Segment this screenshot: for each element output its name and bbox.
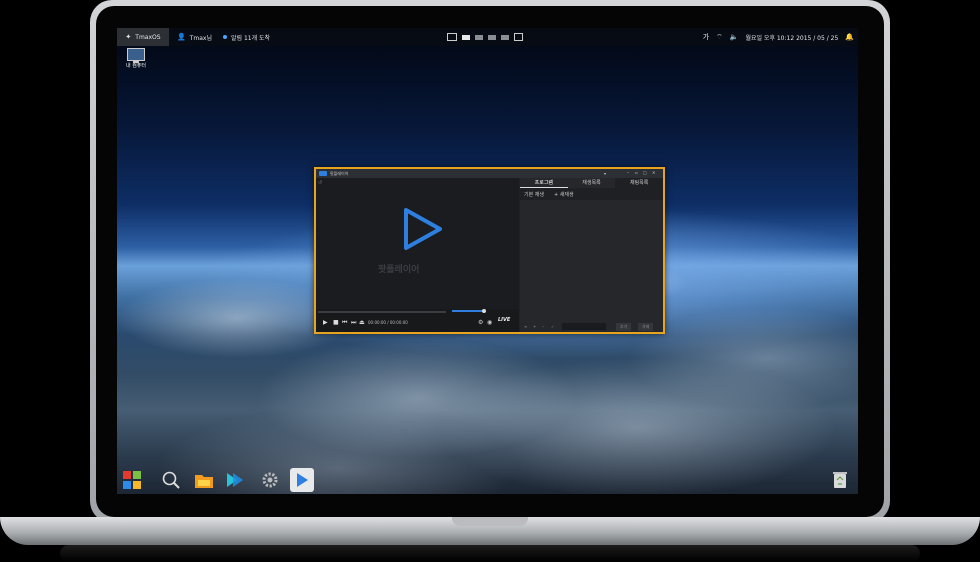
side-tabs: 프로그램 재생목록 채팅목록 <box>520 178 664 188</box>
side-panel: 프로그램 재생목록 채팅목록 기본 재생 + 새재생 ≡ + – ✓ 추가 삭제 <box>520 178 664 332</box>
volume-slider[interactable] <box>452 310 484 312</box>
add-playlist-button[interactable]: + 새재생 <box>554 191 574 198</box>
play-icon <box>297 473 308 487</box>
dock-app-store[interactable] <box>224 469 246 491</box>
control-bar: ▶ ■ ⏮ ⏭ ⏏ 00:00:00 / 00:00:00 ⚙ ◉ LIVE <box>316 309 519 332</box>
tmax-logo-icon: ✦ <box>125 33 132 41</box>
notification-dot-icon <box>223 35 227 39</box>
volume-knob[interactable] <box>482 309 486 313</box>
player-logo-icon <box>319 171 327 176</box>
video-area[interactable]: 팟플레이어 ↺ <box>316 178 519 309</box>
desktop-icon-my-computer[interactable]: 내 컴퓨터 <box>123 48 149 69</box>
wifi-icon[interactable]: ⌔ <box>716 33 723 42</box>
minimize-icon[interactable]: – <box>627 170 629 175</box>
live-badge[interactable]: LIVE <box>498 317 510 323</box>
side-search-field[interactable] <box>562 323 606 330</box>
system-tray: 가 ⌔ 🔈 월요일 오후 10:12 2015 / 05 / 25 🔔 <box>703 28 854 46</box>
notification-label: 알림 11개 도착 <box>231 34 271 42</box>
add-button[interactable]: 추가 <box>616 323 632 331</box>
desktop-icon-label: 내 컴퓨터 <box>126 63 146 69</box>
start-label: TmaxOS <box>135 33 161 41</box>
top-taskbar: ✦ TmaxOS 👤 Tmax님 알림 11개 도착 가 ⌔ 🔈 월요일 오후 … <box>117 28 858 46</box>
gear-icon <box>262 472 278 488</box>
search-icon <box>162 471 180 489</box>
desktop-screen: ✦ TmaxOS 👤 Tmax님 알림 11개 도착 가 ⌔ 🔈 월요일 오후 … <box>117 28 858 494</box>
side-bottom-bar: ≡ + – ✓ 추가 삭제 <box>520 322 663 332</box>
tab-chat[interactable]: 채팅목록 <box>615 178 664 188</box>
notification-button[interactable]: 알림 11개 도착 <box>223 28 270 46</box>
computer-icon <box>127 48 145 63</box>
options-icon[interactable]: ◉ <box>487 319 492 326</box>
workspace-1-icon[interactable] <box>462 34 470 40</box>
user-label: Tmax님 <box>189 34 212 42</box>
next-icon[interactable]: ⏭ <box>351 319 356 327</box>
bottom-dock <box>117 466 858 494</box>
workspace-3-icon[interactable] <box>488 34 496 40</box>
play-icon[interactable]: ▶ <box>323 319 328 326</box>
stop-icon[interactable]: ■ <box>333 319 339 326</box>
volume-icon[interactable]: 🔈 <box>730 33 739 41</box>
user-menu[interactable]: 👤 Tmax님 <box>177 28 212 46</box>
dock-file-manager[interactable] <box>193 469 215 491</box>
restore-icon[interactable]: ▫ <box>635 170 638 175</box>
media-player-window[interactable]: 팟플레이어 ▾ – ▫ □ ✕ 팟플레이어 ↺ ▶ ■ ⏮ ⏭ ⏏ 00:00:… <box>314 167 665 334</box>
dock-search[interactable] <box>160 469 182 491</box>
bell-icon[interactable]: 🔔 <box>845 33 854 41</box>
playlist-header-row: 기본 재생 + 새재생 <box>520 188 663 200</box>
big-play-icon[interactable] <box>396 204 446 254</box>
time-display: 00:00:00 / 00:00:00 <box>368 320 408 325</box>
side-tool-icon-3[interactable]: – <box>542 324 544 329</box>
loop-icon[interactable]: ↺ <box>318 180 322 186</box>
dock-settings[interactable] <box>259 469 281 491</box>
side-tool-icon-1[interactable]: ≡ <box>524 324 527 329</box>
laptop-notch <box>452 517 528 526</box>
seek-bar[interactable] <box>318 311 446 313</box>
dock-start-menu[interactable] <box>121 469 143 491</box>
workspace-grid-icon[interactable] <box>514 33 523 41</box>
player-brand-watermark: 팟플레이어 <box>378 265 420 275</box>
windows-grid-icon <box>123 471 141 489</box>
side-tool-icon-2[interactable]: + <box>533 324 536 329</box>
tab-playlist[interactable]: 재생목록 <box>568 178 616 188</box>
eject-icon[interactable]: ⏏ <box>359 319 365 326</box>
close-icon[interactable]: ✕ <box>652 170 655 175</box>
workspace-switcher[interactable] <box>447 28 523 46</box>
player-title: 팟플레이어 <box>330 171 349 176</box>
titlebar-menu-icon[interactable]: ▾ <box>604 171 606 176</box>
player-titlebar[interactable]: 팟플레이어 ▾ – ▫ □ ✕ <box>316 169 663 178</box>
playlist-default[interactable]: 기본 재생 <box>524 191 544 198</box>
start-button[interactable]: ✦ TmaxOS <box>117 28 169 46</box>
ime-indicator[interactable]: 가 <box>703 32 709 42</box>
laptop-reflection <box>60 545 920 562</box>
dock-trash[interactable] <box>829 469 851 491</box>
maximize-icon[interactable]: □ <box>643 170 647 175</box>
prev-icon[interactable]: ⏮ <box>342 319 347 327</box>
user-icon: 👤 <box>177 33 186 41</box>
dock-media-player[interactable] <box>290 468 314 492</box>
recycle-bin-icon <box>833 472 847 488</box>
side-tool-icon-4[interactable]: ✓ <box>551 324 554 329</box>
tab-program[interactable]: 프로그램 <box>520 178 568 188</box>
arrow-app-icon <box>227 473 243 487</box>
folder-icon <box>195 475 213 488</box>
workspace-2-icon[interactable] <box>475 34 483 40</box>
workspace-4-icon[interactable] <box>501 34 509 40</box>
screen-icon <box>447 33 457 41</box>
datetime[interactable]: 월요일 오후 10:12 2015 / 05 / 25 <box>745 33 838 42</box>
delete-button[interactable]: 삭제 <box>638 323 654 331</box>
playlist-area[interactable] <box>520 200 663 320</box>
settings-icon[interactable]: ⚙ <box>478 319 483 326</box>
